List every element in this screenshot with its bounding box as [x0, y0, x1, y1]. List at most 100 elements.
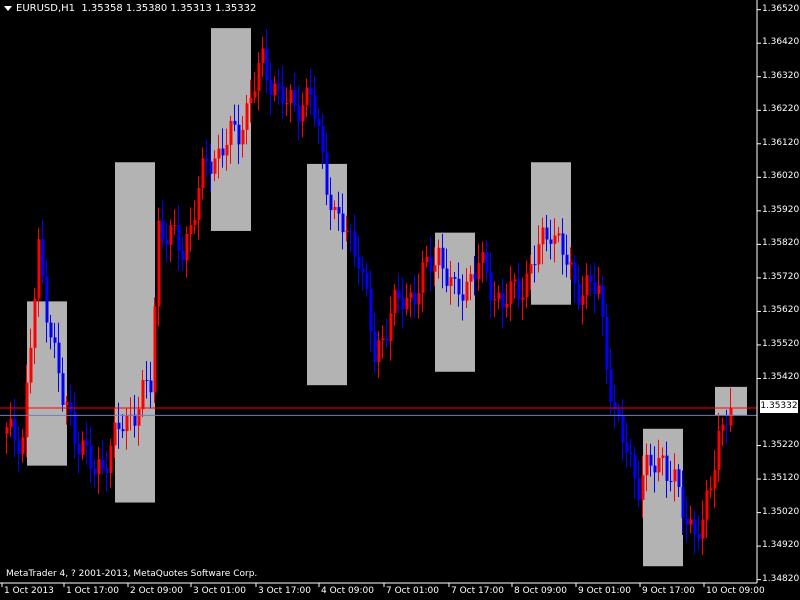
candle-body: [109, 445, 113, 473]
candle-body: [541, 227, 545, 245]
candle-body: [397, 289, 401, 298]
candle-body: [161, 220, 165, 240]
candle-body: [653, 465, 657, 473]
dropdown-triangle-icon[interactable]: [4, 5, 12, 11]
candle-body: [677, 469, 681, 488]
candle-body: [209, 161, 213, 174]
price-tick-label: 1.34820: [762, 573, 800, 584]
candle-body: [513, 279, 517, 282]
candle-body: [117, 422, 121, 430]
candle-body: [449, 277, 453, 286]
candle-body: [345, 230, 349, 233]
candle-body: [689, 519, 693, 525]
candle-body: [269, 79, 273, 96]
candle-body: [681, 487, 685, 519]
candle-body: [425, 256, 429, 263]
candle-body: [717, 430, 721, 470]
candle-body: [193, 219, 197, 226]
candle-body: [497, 292, 501, 299]
price-tick-label: 1.35720: [762, 271, 800, 282]
candle-body: [529, 264, 533, 274]
time-tick-label: 1 Oct 17:00: [66, 586, 119, 596]
candle-body: [357, 256, 361, 269]
candle-body: [421, 262, 425, 294]
candle-body: [349, 230, 353, 232]
candle-body: [165, 239, 169, 245]
candle-body: [245, 103, 249, 130]
price-tick-label: 1.36520: [762, 3, 800, 14]
candle-body: [385, 338, 389, 341]
candle-body: [113, 422, 117, 446]
candle-body: [213, 158, 217, 174]
candle-body: [545, 227, 549, 240]
candle-body: [45, 276, 49, 323]
candle-body: [333, 206, 337, 211]
candle-body: [125, 414, 129, 432]
candle-body: [233, 120, 237, 125]
chart-window[interactable]: EURUSD,H1 1.35358 1.35380 1.35313 1.3533…: [0, 0, 800, 600]
price-tick-label: 1.36420: [762, 37, 800, 48]
candle-body: [205, 158, 209, 162]
candle-body: [353, 231, 357, 257]
price-tick-label: 1.35520: [762, 338, 800, 349]
candle-body: [73, 412, 77, 445]
candle-body: [285, 103, 289, 105]
candle-body: [533, 264, 537, 266]
candle-body: [297, 105, 301, 122]
candle-body: [621, 414, 625, 443]
candle-body: [641, 475, 645, 500]
candle-body: [141, 380, 145, 410]
candle-body: [325, 152, 329, 195]
symbol-label: EURUSD,H1: [16, 3, 76, 14]
candle-body: [89, 445, 93, 469]
candle-body: [341, 213, 345, 233]
candle-body: [257, 62, 261, 92]
candle-body: [485, 252, 489, 273]
candle-body: [445, 268, 449, 286]
candle-body: [289, 89, 293, 104]
candle-body: [61, 373, 65, 405]
candle-body: [569, 262, 573, 265]
candle-body: [133, 414, 137, 426]
time-tick-label: 8 Oct 09:00: [514, 586, 567, 596]
candle-body: [177, 224, 181, 251]
candle-body: [673, 469, 677, 482]
candle-body: [101, 459, 105, 469]
candle-body: [685, 518, 689, 525]
price-tick-label: 1.35420: [762, 372, 800, 383]
candle-body: [657, 457, 661, 473]
candle-body: [145, 380, 149, 382]
candle-body: [665, 455, 669, 481]
price-tick-label: 1.36020: [762, 171, 800, 182]
session-box-1: [115, 162, 155, 503]
candle-body: [81, 440, 85, 455]
candle-body: [537, 244, 541, 265]
candle-body: [693, 519, 697, 535]
candle-body: [253, 91, 257, 98]
candle-body: [9, 418, 13, 428]
candle-body: [29, 347, 33, 383]
candle-body: [721, 424, 725, 431]
candle-body: [189, 225, 193, 234]
candle-body: [461, 294, 465, 301]
time-tick-label: 3 Oct 17:00: [258, 586, 311, 596]
candle-body: [645, 454, 649, 476]
candle-body: [361, 268, 365, 273]
candle-body: [317, 118, 321, 127]
candle-body: [669, 480, 673, 482]
candle-body: [265, 48, 269, 80]
price-tick-label: 1.36220: [762, 104, 800, 115]
candlestick-plot[interactable]: [0, 0, 800, 600]
candle-body: [217, 148, 221, 159]
candle-body: [105, 468, 109, 473]
candle-body: [525, 273, 529, 298]
candle-body: [577, 283, 581, 305]
price-tick-label: 1.36120: [762, 137, 800, 148]
candle-body: [201, 158, 205, 188]
candle-body: [41, 239, 45, 277]
price-tick-label: 1.35020: [762, 506, 800, 517]
candle-body: [481, 252, 485, 263]
candle-body: [565, 254, 569, 265]
candle-body: [137, 409, 141, 426]
candle-body: [221, 148, 225, 156]
